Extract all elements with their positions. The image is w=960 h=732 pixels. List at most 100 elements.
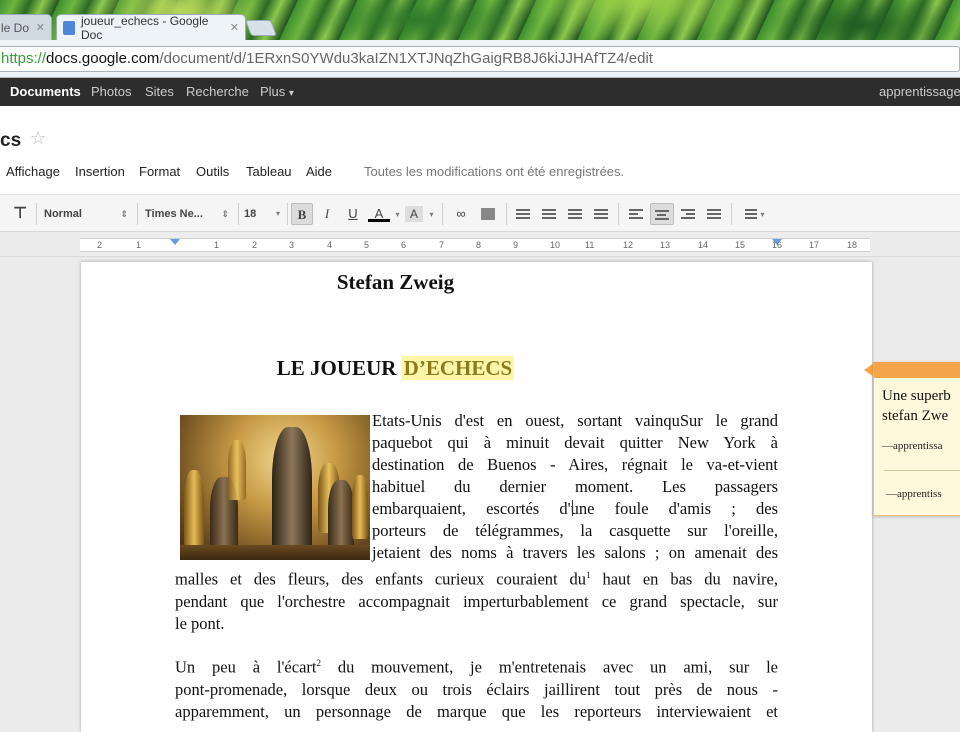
menu-outils[interactable]: Outils <box>196 164 229 179</box>
chess-piece <box>228 440 246 500</box>
ruler-number: 10 <box>550 240 561 250</box>
align-right-icon[interactable] <box>677 203 699 225</box>
paragraph-1-full: malles et des fleurs, des enfants curieu… <box>175 564 778 635</box>
ruler-number: 6 <box>401 240 407 250</box>
document-title[interactable]: cs <box>0 130 21 152</box>
chess-piece <box>272 427 312 557</box>
ruler-number: 1 <box>214 240 220 250</box>
url-host: docs.google.com <box>46 50 160 67</box>
gbar-sites-link[interactable]: Sites <box>145 84 174 99</box>
browser-tab-inactive[interactable]: le Do ✕ <box>0 14 52 40</box>
docs-header: cs ☆ Affichage Insertion Format Outils T… <box>0 106 960 194</box>
new-tab-button[interactable] <box>245 20 277 36</box>
text-line: porteurs de télégrammes, la casquette su… <box>372 521 778 540</box>
chessboard <box>180 545 370 560</box>
account-name[interactable]: apprentissage <box>879 84 960 99</box>
menu-affichage[interactable]: Affichage <box>6 164 60 179</box>
gbar-more-menu[interactable]: Plus ▾ <box>260 84 294 99</box>
underline-button[interactable]: U <box>343 203 363 225</box>
chess-piece <box>184 470 204 548</box>
document-author: Stefan Zweig <box>336 270 455 294</box>
ruler-number: 3 <box>289 240 295 250</box>
chevron-down-icon: ▾ <box>288 88 294 99</box>
indent-marker-icon[interactable] <box>170 239 180 245</box>
toolbar-separator <box>731 203 732 225</box>
toolbar-separator <box>618 203 619 225</box>
ruler-number: 18 <box>847 240 858 250</box>
tab-close-icon[interactable]: ✕ <box>226 21 239 34</box>
bulleted-list-icon[interactable] <box>538 203 560 225</box>
increase-indent-icon[interactable] <box>590 203 612 225</box>
link-icon[interactable]: ∞ <box>450 203 472 225</box>
toolbar-separator <box>287 203 288 225</box>
gbar-search-link[interactable]: Recherche <box>186 84 249 99</box>
gbar-documents-link[interactable]: Documents <box>10 84 81 99</box>
chess-piece <box>352 475 368 539</box>
address-bar[interactable]: https://docs.google.com/document/d/1ERxn… <box>0 46 960 72</box>
star-icon[interactable]: ☆ <box>30 128 46 149</box>
comment-divider <box>884 470 960 471</box>
browser-tab-active[interactable]: joueur_echecs - Google Doc ✕ <box>56 14 246 40</box>
gbar-photos-link[interactable]: Photos <box>91 84 131 99</box>
heading-highlighted-text: D’ECHECS <box>401 356 515 380</box>
menu-format[interactable]: Format <box>139 164 180 179</box>
toolbar-separator <box>137 203 138 225</box>
menu-aide[interactable]: Aide <box>306 164 332 179</box>
text-span: malles et des fleurs, des enfants curieu… <box>175 569 587 589</box>
font-size-select[interactable]: 18 ▾ <box>244 203 284 225</box>
text-span: haut en bas du navire, <box>590 569 779 589</box>
numbered-list-icon[interactable] <box>512 203 534 225</box>
chevron-down-icon[interactable]: ▾ <box>425 203 435 225</box>
chevron-down-icon[interactable]: ▾ <box>391 203 401 225</box>
save-status: Toutes les modifications ont été enregis… <box>364 164 625 179</box>
image-icon[interactable] <box>478 203 498 225</box>
toolbar-separator <box>36 203 37 225</box>
italic-button[interactable]: I <box>317 203 337 225</box>
toolbar-separator <box>442 203 443 225</box>
text-span: du mouvement, je m'entretenais avec un a… <box>320 657 778 677</box>
font-select[interactable]: Times Ne... ⇕ <box>145 203 233 225</box>
updown-icon: ⇕ <box>120 209 128 219</box>
text-line: pendant que l'orchestre accompagnait imp… <box>175 591 778 611</box>
ruler-number: 5 <box>364 240 370 250</box>
paragraph-1-wrapped: Etats-Unis d'est en ouest, sortant vainq… <box>372 410 778 564</box>
comment-text-line: stefan Zwe <box>882 408 949 424</box>
comment-author: —apprentissa <box>882 440 943 452</box>
text-line: Etats-Unis d'est en ouest, sortant vainq… <box>372 411 778 430</box>
text-line: paquebot qui à minuit devait quitter New… <box>372 433 778 452</box>
ruler-number: 7 <box>439 240 445 250</box>
highlight-color-button[interactable]: A <box>405 206 423 222</box>
ruler-number: 8 <box>476 240 482 250</box>
bold-button[interactable]: B <box>291 203 313 225</box>
text-color-button[interactable]: A <box>368 203 390 222</box>
ruler-number: 12 <box>623 240 634 250</box>
decrease-indent-icon[interactable] <box>564 203 586 225</box>
chess-piece <box>328 480 354 552</box>
font-select-value: Times Ne... <box>145 208 203 220</box>
ruler-number: 13 <box>660 240 671 250</box>
align-center-icon[interactable] <box>650 203 674 225</box>
tab-close-icon[interactable]: ✕ <box>32 21 45 34</box>
text-line: jetaient des noms à travers les salons ;… <box>372 543 778 562</box>
chess-pieces-image[interactable] <box>180 415 370 560</box>
comment-card[interactable]: Une superb stefan Zwe —apprentissa —appr… <box>873 362 960 516</box>
ruler-number: 2 <box>252 240 258 250</box>
align-justify-icon[interactable] <box>703 203 725 225</box>
text-line: habituel du dernier moment. Les passager… <box>372 477 778 496</box>
line-spacing-icon[interactable]: ▾ <box>738 203 772 225</box>
menu-insertion[interactable]: Insertion <box>75 164 125 179</box>
ruler-number: 4 <box>327 240 333 250</box>
paint-format-icon[interactable]: ⊤ <box>10 203 30 225</box>
style-select-value: Normal <box>44 208 82 220</box>
text-line: embarquaient, escortés d'une foule d'ami… <box>372 499 778 518</box>
url-scheme: https:// <box>1 50 47 67</box>
text-line: pont-promenade, lorsque deux ou trois éc… <box>175 679 778 699</box>
menu-tableau[interactable]: Tableau <box>246 164 292 179</box>
docs-favicon-icon <box>63 20 75 35</box>
align-left-icon[interactable] <box>625 203 647 225</box>
text-line: malles et des fleurs, des enfants curieu… <box>175 564 778 591</box>
text-line: apparemment, un personnage de marque que… <box>175 701 778 721</box>
paragraph-2: Un peu à l'écart2 du mouvement, je m'ent… <box>175 652 778 723</box>
ruler-number: 14 <box>698 240 709 250</box>
style-select[interactable]: Normal ⇕ <box>44 203 132 225</box>
